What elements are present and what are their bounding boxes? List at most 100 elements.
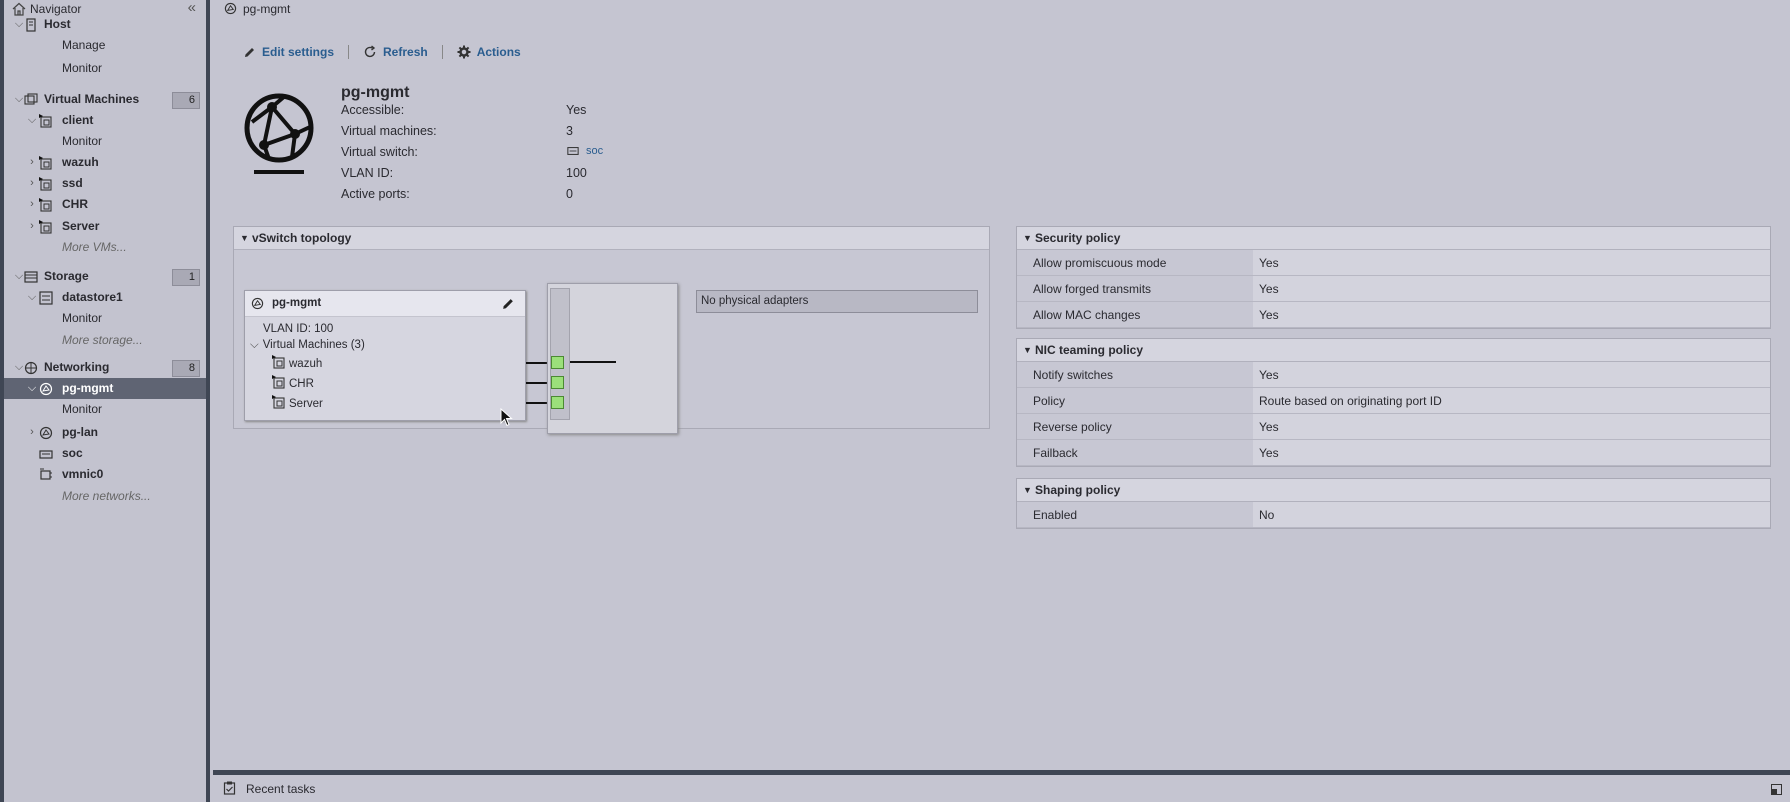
policy-key: Reverse policy — [1033, 420, 1112, 434]
nav-item-more-networks[interactable]: More networks... — [4, 486, 206, 507]
virtual-switch-link[interactable]: soc — [566, 145, 603, 157]
edit-settings-button[interactable]: Edit settings — [243, 45, 334, 59]
recent-tasks-bar[interactable]: Recent tasks — [213, 770, 1790, 802]
pencil-icon[interactable] — [501, 297, 515, 311]
security-policy-title: Security policy — [1035, 231, 1121, 245]
chevron-down-icon[interactable]: ⌵ — [14, 14, 24, 35]
actions-button[interactable]: Actions — [457, 45, 521, 59]
edit-settings-label: Edit settings — [262, 45, 335, 59]
nav-item-client[interactable]: ⌵ client — [4, 110, 206, 131]
toolbar-divider — [441, 45, 443, 59]
nav-item-monitor[interactable]: Monitor — [4, 308, 206, 329]
nav-item-server[interactable]: › Server — [4, 216, 206, 237]
nav-item-virtual-machines[interactable]: ⌵ Virtual Machines 6 — [4, 89, 206, 110]
chevron-down-icon: ⌵ — [250, 339, 259, 351]
topology-vm-item[interactable]: Server — [272, 395, 323, 410]
nav-item-ssd[interactable]: › ssd — [4, 173, 206, 194]
portgroup-icon — [39, 382, 53, 396]
vm-icon — [39, 220, 52, 234]
topology-vm-item[interactable]: CHR — [272, 375, 314, 390]
nav-item-more-vms[interactable]: More VMs... — [4, 237, 206, 258]
portgroup-icon — [251, 297, 264, 310]
policy-value: Yes — [1253, 302, 1770, 327]
vms-line[interactable]: ⌵ Virtual Machines (3) — [250, 339, 365, 352]
main-content: pg-mgmt Edit settings Refresh Actions pg… — [215, 0, 1790, 770]
portgroup-name: pg-mgmt — [341, 84, 410, 101]
chevron-right-icon[interactable]: › — [27, 216, 37, 237]
policy-row: Allow forged transmits Yes — [1017, 276, 1770, 302]
chevron-down-icon[interactable]: ⌵ — [14, 357, 24, 378]
chevron-right-icon[interactable]: › — [27, 173, 37, 194]
nic-teaming-header[interactable]: ▼ NIC teaming policy — [1017, 339, 1770, 362]
nav-item-label: client — [62, 113, 94, 127]
datastore-icon — [39, 291, 53, 305]
shaping-policy-panel: ▼ Shaping policy Enabled No — [1016, 478, 1771, 529]
nav-item-soc[interactable]: soc — [4, 443, 206, 464]
nav-item-storage[interactable]: ⌵ Storage 1 — [4, 266, 206, 287]
portgroup-box-header: pg-mgmt — [245, 291, 525, 317]
chevron-right-icon[interactable]: › — [27, 152, 37, 173]
shaping-policy-header[interactable]: ▼ Shaping policy — [1017, 479, 1770, 502]
topology-vm-item[interactable]: wazuh — [272, 355, 322, 370]
nav-item-more-storage[interactable]: More storage... — [4, 330, 206, 351]
chevron-down-icon[interactable]: ⌵ — [27, 287, 37, 308]
chevron-down-icon[interactable]: ⌵ — [27, 110, 37, 131]
security-policy-header[interactable]: ▼ Security policy — [1017, 227, 1770, 250]
policy-key: Enabled — [1033, 508, 1078, 522]
nav-item-pg-lan[interactable]: › pg-lan — [4, 422, 206, 443]
nav-item-pg-mgmt[interactable]: ⌵ pg-mgmt — [4, 378, 206, 399]
nav-item-monitor[interactable]: Monitor — [4, 131, 206, 152]
chevron-right-icon[interactable]: › — [27, 422, 37, 443]
nav-item-monitor[interactable]: Monitor — [4, 58, 206, 79]
policy-row: Failback Yes — [1017, 440, 1770, 466]
nav-item-manage[interactable]: Manage — [4, 35, 206, 56]
vm-icon — [39, 156, 52, 170]
maximize-icon[interactable] — [1771, 784, 1782, 795]
vm-icon — [39, 198, 52, 212]
nav-item-label: Storage — [44, 269, 89, 283]
recent-tasks-label: Recent tasks — [246, 782, 316, 796]
nav-item-label: More VMs... — [62, 240, 127, 254]
nav-item-host[interactable]: ⌵ Host — [4, 14, 206, 35]
chevron-right-icon[interactable]: › — [27, 194, 37, 215]
nav-item-datastore1[interactable]: ⌵ datastore1 — [4, 287, 206, 308]
page-title-bar: pg-mgmt — [215, 0, 1790, 18]
nav-item-chr[interactable]: › CHR — [4, 194, 206, 215]
count-badge: 8 — [172, 360, 200, 377]
nav-item-label: Host — [44, 17, 71, 31]
nav-item-networking[interactable]: ⌵ Networking 8 — [4, 357, 206, 378]
nic-icon — [40, 468, 52, 480]
policy-row: Policy Route based on originating port ID — [1017, 388, 1770, 414]
nav-item-vmnic0[interactable]: vmnic0 — [4, 464, 206, 485]
collapse-triangle-icon: ▼ — [1023, 233, 1032, 243]
nav-item-label: vmnic0 — [62, 467, 104, 481]
refresh-button[interactable]: Refresh — [363, 45, 428, 59]
summary-value: 3 — [566, 124, 573, 138]
navigator-panel: Navigator « ⌵ Host Manage Monitor ⌵ Virtual M… — [0, 0, 210, 802]
chevron-down-icon[interactable]: ⌵ — [14, 89, 24, 110]
policy-key: Allow promiscuous mode — [1033, 256, 1167, 270]
vswitch-topology-header[interactable]: ▼ vSwitch topology — [234, 227, 989, 250]
chevron-down-icon[interactable]: ⌵ — [27, 378, 37, 399]
vswitch-box — [547, 283, 678, 434]
no-physical-adapters-box: No physical adapters — [696, 290, 978, 313]
policy-row: Allow MAC changes Yes — [1017, 302, 1770, 328]
switch-icon — [39, 450, 53, 459]
nav-item-label: pg-lan — [62, 425, 98, 439]
nav-item-wazuh[interactable]: › wazuh — [4, 152, 206, 173]
toolbar-divider — [348, 45, 350, 59]
nav-item-label: Monitor — [62, 61, 103, 75]
portgroup-icon — [39, 426, 53, 440]
nav-item-label: More storage... — [62, 333, 143, 347]
nav-item-label: datastore1 — [62, 290, 123, 304]
summary-value: 0 — [566, 187, 573, 201]
count-badge: 6 — [172, 92, 200, 109]
connector-line — [526, 362, 547, 364]
chevron-down-icon[interactable]: ⌵ — [14, 266, 24, 287]
shaping-policy-title: Shaping policy — [1035, 483, 1121, 497]
page-title: pg-mgmt — [243, 2, 291, 16]
refresh-label: Refresh — [383, 45, 428, 59]
storage-icon — [24, 271, 38, 283]
summary-key: Active ports: — [341, 187, 410, 201]
nav-item-monitor[interactable]: Monitor — [4, 399, 206, 420]
